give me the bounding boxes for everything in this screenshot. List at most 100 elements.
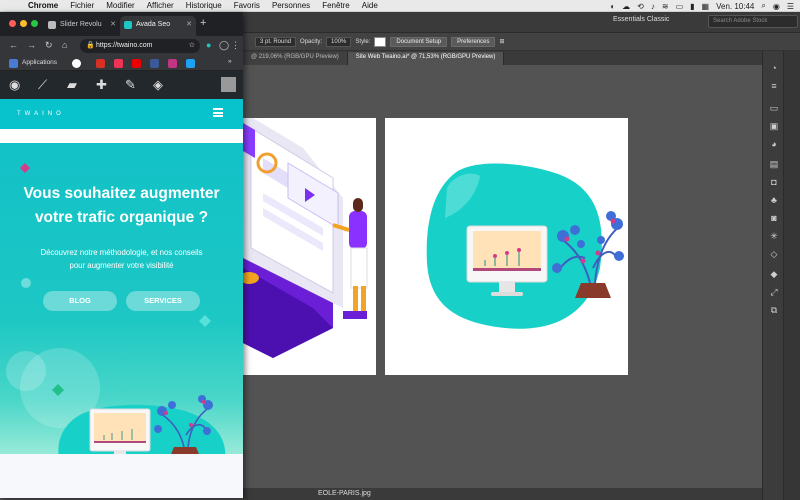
menu-historique[interactable]: Historique <box>180 1 228 10</box>
bookmark-star-icon[interactable]: ☆ <box>189 41 195 49</box>
notification-icon[interactable]: ☰ <box>787 2 794 11</box>
bookmark-icon[interactable] <box>114 59 123 68</box>
document-setup-button[interactable]: Document Setup <box>390 36 448 47</box>
services-button[interactable]: SERVICES <box>126 291 200 311</box>
menu-afficher[interactable]: Afficher <box>141 1 180 10</box>
blog-button[interactable]: BLOG <box>43 291 117 311</box>
lock-icon[interactable]: 🔒 <box>86 41 95 49</box>
dashboard-icon[interactable]: ◉ <box>9 78 20 92</box>
opacity-input[interactable]: 100% <box>326 36 352 47</box>
extension-icon[interactable]: ● <box>206 40 211 50</box>
appearance-icon[interactable]: ◔ <box>767 63 781 73</box>
forward-arrow-icon[interactable]: → <box>27 40 36 50</box>
properties-icon[interactable]: ≡ <box>767 81 781 91</box>
comments-icon[interactable]: ▰ <box>67 78 77 92</box>
doc-tab-1[interactable]: @ 219,06% (RGB/GPU Preview) <box>243 52 348 65</box>
status-filename: EOLE-PARIS.jpg <box>318 490 371 497</box>
brushes-icon[interactable]: ◘ <box>767 177 781 187</box>
avatar[interactable] <box>221 77 236 92</box>
chrome-tab-slider[interactable]: Slider Revolu ✕ <box>44 16 120 36</box>
profile-icon[interactable]: ◯ <box>219 40 229 51</box>
stroke-icon[interactable]: ✳ <box>767 231 781 241</box>
timemachine-icon[interactable]: ⟲ <box>637 2 644 11</box>
new-tab-icon[interactable]: + <box>200 17 206 29</box>
menu-chrome[interactable]: Chrome <box>22 1 64 10</box>
menu-fenetre[interactable]: Fenêtre <box>316 1 356 10</box>
close-tab-icon[interactable]: ✕ <box>110 20 116 28</box>
close-window-button[interactable] <box>9 20 16 27</box>
menu-aide[interactable]: Aide <box>356 1 384 10</box>
menu-modifier[interactable]: Modifier <box>100 1 140 10</box>
airplay-icon[interactable]: ▭ <box>676 2 684 11</box>
back-arrow-icon[interactable]: ← <box>9 40 18 50</box>
minimize-window-button[interactable] <box>20 20 27 27</box>
apps-grid-icon[interactable] <box>9 59 18 68</box>
stroke-profile-select[interactable]: 3 pt. Round <box>255 36 297 47</box>
gmail-icon[interactable] <box>96 59 105 68</box>
youtube-icon[interactable] <box>132 59 141 68</box>
artboard-left[interactable] <box>239 118 376 375</box>
symbols-icon[interactable]: ♣ <box>767 195 781 205</box>
address-url: https://twaino.com <box>96 42 153 49</box>
layers-icon[interactable]: ▭ <box>767 103 781 113</box>
google-icon[interactable] <box>72 59 81 68</box>
align-icon[interactable]: ◆ <box>767 269 781 279</box>
facebook-icon[interactable] <box>150 59 159 68</box>
panel-dock-column <box>783 51 800 500</box>
cloud-icon[interactable]: ☁ <box>622 2 630 11</box>
transform-icon[interactable]: ⤢ <box>767 287 781 297</box>
hamburger-menu-icon[interactable] <box>213 108 223 117</box>
chrome-tab-avada[interactable]: Avada Seo ✕ <box>120 16 196 36</box>
bookmarks-bar: Applications » <box>0 56 243 71</box>
battery-icon[interactable]: ▮ <box>690 2 694 11</box>
wifi-icon[interactable]: ≋ <box>662 2 669 11</box>
menubar-clock[interactable]: Ven. 10:44 <box>716 2 754 11</box>
doc-tab-2[interactable]: Site Web Twaino.ai* @ 71,53% (RGB/GPU Pr… <box>347 52 505 65</box>
status-icon[interactable]: ◐ <box>610 2 615 11</box>
flag-icon[interactable]: ▦ <box>702 2 710 11</box>
mac-menubar: Chrome Fichier Modifier Afficher Histori… <box>0 0 800 12</box>
swatches-icon[interactable]: ◕ <box>767 139 781 149</box>
site-logo[interactable]: TWAINO <box>17 111 65 117</box>
avada-icon[interactable]: ◈ <box>153 78 163 92</box>
bookmarks-applications[interactable]: Applications <box>22 59 57 66</box>
illustrator-statusbar: EOLE-PARIS.jpg <box>243 488 762 500</box>
spotlight-icon[interactable]: ⌕ <box>761 1 765 11</box>
customize-brush-icon[interactable]: ⟋ <box>38 78 47 92</box>
adobe-stock-search[interactable]: Search Adobe Stock <box>708 15 798 28</box>
twitter-icon[interactable] <box>186 59 195 68</box>
menu-favoris[interactable]: Favoris <box>228 1 266 10</box>
menu-fichier[interactable]: Fichier <box>64 1 100 10</box>
siri-icon[interactable]: ◉ <box>773 2 780 11</box>
artboard-right[interactable] <box>385 118 628 375</box>
pathfinder-icon[interactable]: ⧉ <box>767 305 781 315</box>
blob-illustration <box>426 163 624 329</box>
volume-icon[interactable]: ♪ <box>651 2 655 11</box>
close-tab-icon[interactable]: ✕ <box>186 20 192 28</box>
preferences-button[interactable]: Preferences <box>451 36 496 47</box>
reload-icon[interactable]: ↻ <box>45 40 53 51</box>
workspace-switcher[interactable]: Essentials Classic <box>613 16 669 23</box>
headline-line-2: votre trafic organique ? <box>34 209 209 226</box>
transparency-icon[interactable]: ◇ <box>767 249 781 259</box>
bookmarks-more[interactable]: » <box>228 58 232 65</box>
zoom-window-button[interactable] <box>31 20 38 27</box>
instagram-icon[interactable] <box>168 59 177 68</box>
artboards-icon[interactable]: ▣ <box>767 121 781 131</box>
style-swatch[interactable] <box>374 36 387 47</box>
twaino-favicon-icon <box>124 21 132 29</box>
arrange-icon[interactable]: ⊞ <box>499 38 504 45</box>
menu-personnes[interactable]: Personnes <box>266 1 316 10</box>
edit-pencil-icon[interactable]: ✎ <box>125 78 136 92</box>
address-bar[interactable]: 🔒 https://twaino.com ☆ <box>80 39 200 53</box>
libraries-icon[interactable]: ▤ <box>767 159 781 169</box>
add-new-icon[interactable]: ✚ <box>96 78 107 92</box>
hero-headline: Vous souhaitez augmenter votre trafic or… <box>10 182 233 230</box>
isometric-illustration <box>239 118 368 358</box>
home-icon[interactable]: ⌂ <box>62 40 67 50</box>
chrome-tabstrip: Slider Revolu ✕ Avada Seo ✕ + <box>0 12 243 36</box>
graphic-styles-icon[interactable]: ◙ <box>767 213 781 223</box>
illustrator-control-bar: 3 pt. Round Opacity: 100% Style: Documen… <box>243 33 800 51</box>
section-separator <box>0 454 243 498</box>
chrome-menu-icon[interactable]: ⋮ <box>231 40 240 51</box>
